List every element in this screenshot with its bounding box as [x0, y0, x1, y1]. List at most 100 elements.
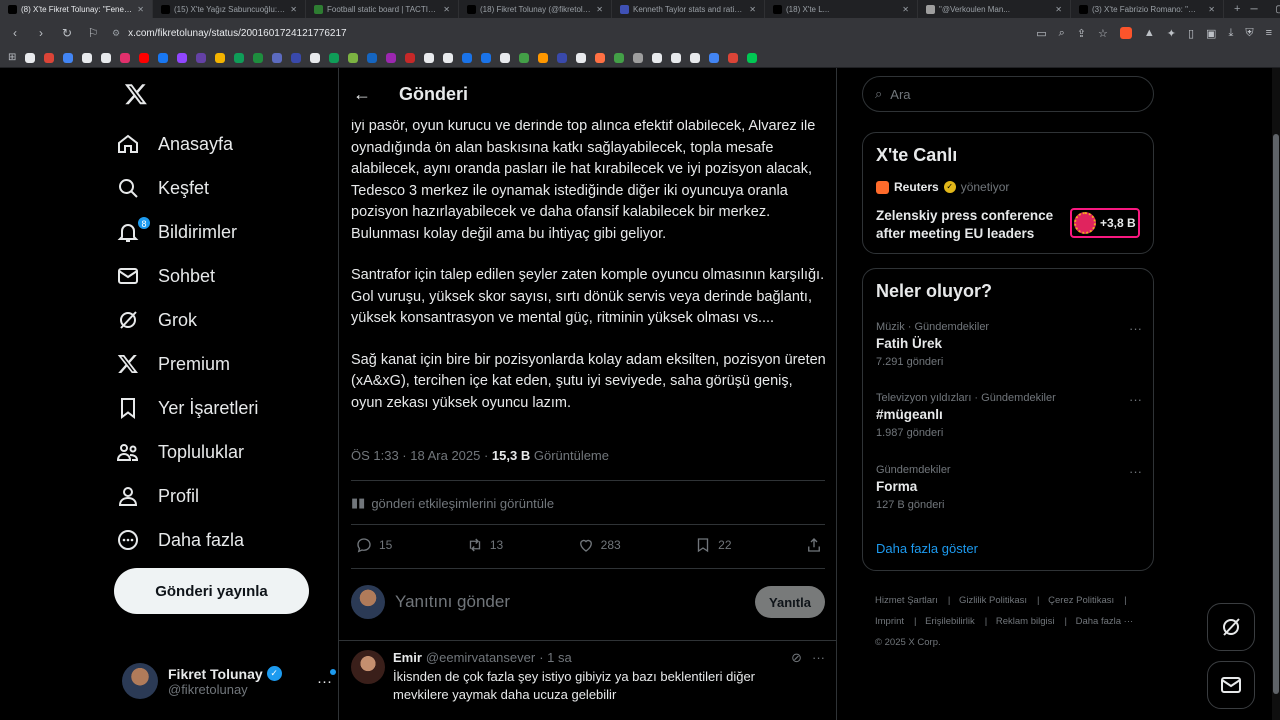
tab-close-icon[interactable]: ✕	[902, 5, 909, 14]
repost-action[interactable]: 13	[466, 536, 503, 554]
bookmark-favicon-icon[interactable]	[120, 52, 131, 63]
like-action[interactable]: 283	[577, 536, 621, 554]
reply-item[interactable]: Emir @eemirvatansever · 1 sa İkisnden de ç…	[351, 650, 827, 704]
minimize-icon[interactable]: ─	[1250, 4, 1257, 15]
browser-tab[interactable]: Kenneth Taylor stats and ratings | Sof..…	[612, 0, 765, 18]
bookmark-favicon-icon[interactable]	[291, 52, 302, 63]
bookmark-favicon-icon[interactable]	[367, 52, 378, 63]
tab-close-icon[interactable]: ✕	[443, 5, 450, 14]
footer-link[interactable]: Erişilebilirlik	[925, 616, 975, 627]
tab-close-icon[interactable]: ✕	[290, 5, 297, 14]
bookmark-favicon-icon[interactable]	[747, 52, 758, 63]
trend-item[interactable]: Müzik · Gündemdekiler Fatih Ürek 7.291 g…	[876, 321, 1142, 368]
download-icon[interactable]: ⤓	[1228, 27, 1233, 40]
back-arrow-icon[interactable]: ←	[353, 84, 371, 105]
forward-icon[interactable]: ›	[34, 26, 48, 40]
post-button[interactable]: Gönderi yayınla	[114, 568, 309, 614]
browser-tab[interactable]: (8) X'te Fikret Tolunay: "Fenerbah... ✕	[0, 0, 153, 18]
nav-item-grok[interactable]: Grok	[116, 300, 197, 340]
bookmark-favicon-icon[interactable]	[44, 52, 55, 63]
bookmark-page-icon[interactable]: ⚐	[86, 26, 100, 40]
tab-close-icon[interactable]: ✕	[1208, 5, 1215, 14]
bookmark-favicon-icon[interactable]	[557, 52, 568, 63]
grok-icon[interactable]: ⊘	[791, 650, 802, 666]
trend-item[interactable]: Televizyon yıldızları · Gündemdekiler #m…	[876, 392, 1142, 439]
new-tab-button[interactable]: +	[1224, 3, 1250, 15]
bookmark-action[interactable]: 22	[694, 536, 732, 554]
back-icon[interactable]: ‹	[8, 26, 22, 40]
bookmark-favicon-icon[interactable]	[253, 52, 264, 63]
tab-close-icon[interactable]: ✕	[749, 5, 756, 14]
account-switcher[interactable]: Fikret Tolunay ✓ @fikretolunay ···	[122, 660, 336, 702]
tab-close-icon[interactable]: ✕	[1055, 5, 1062, 14]
nav-item-topluluklar[interactable]: Topluluklar	[116, 432, 244, 472]
bookmark-favicon-icon[interactable]	[595, 52, 606, 63]
x-logo-icon[interactable]	[124, 82, 148, 106]
apps-grid-icon[interactable]: ⊞	[8, 52, 16, 63]
bookmark-favicon-icon[interactable]	[709, 52, 720, 63]
search-input[interactable]: ⌕ Ara	[862, 76, 1154, 112]
browser-tab[interactable]: (15) X'te Yağız Sabuncuoğlu: "🇹🇷 Pr... ✕	[153, 0, 306, 18]
more-options-icon[interactable]: ···	[1129, 321, 1142, 336]
scrollbar-thumb[interactable]	[1273, 134, 1279, 694]
brave-shield-icon[interactable]	[1119, 26, 1132, 39]
comment-author[interactable]: Emir	[393, 650, 422, 665]
bookmark-favicon-icon[interactable]	[63, 52, 74, 63]
bookmark-favicon-icon[interactable]	[386, 52, 397, 63]
bookmark-favicon-icon[interactable]	[272, 52, 283, 63]
bookmark-favicon-icon[interactable]	[405, 52, 416, 63]
footer-link[interactable]: Çerez Politikası	[1048, 595, 1114, 606]
bookmark-star-icon[interactable]: ☆	[1098, 27, 1108, 40]
bookmark-favicon-icon[interactable]	[443, 52, 454, 63]
bookmark-favicon-icon[interactable]	[196, 52, 207, 63]
bookmark-favicon-icon[interactable]	[348, 52, 359, 63]
browser-tab[interactable]: "@Verkoulen Man... ✕	[918, 0, 1071, 18]
share-action[interactable]	[805, 536, 823, 554]
reply-button[interactable]: Yanıtla	[755, 586, 825, 618]
bookmark-favicon-icon[interactable]	[633, 52, 644, 63]
nav-item-profil[interactable]: Profil	[116, 476, 199, 516]
more-options-icon[interactable]: ···	[1129, 464, 1142, 479]
bookmark-favicon-icon[interactable]	[158, 52, 169, 63]
show-more-link[interactable]: Daha fazla göster	[876, 541, 978, 556]
bookmark-favicon-icon[interactable]	[652, 52, 663, 63]
bookmark-favicon-icon[interactable]	[500, 52, 511, 63]
nav-item-anasayfa[interactable]: Anasayfa	[116, 124, 233, 164]
more-options-icon[interactable]: ···	[317, 668, 336, 690]
browser-tab[interactable]: (18) Fikret Tolunay (@fikretolunay) / X ✕	[459, 0, 612, 18]
bookmark-favicon-icon[interactable]	[576, 52, 587, 63]
more-options-icon[interactable]: ···	[812, 650, 825, 666]
bookmark-favicon-icon[interactable]	[25, 52, 36, 63]
bookmark-favicon-icon[interactable]	[538, 52, 549, 63]
post-timestamp[interactable]: ÖS 1:33 · 18 Ara 2025 ·	[351, 448, 492, 463]
bookmark-favicon-icon[interactable]	[101, 52, 112, 63]
bookmark-favicon-icon[interactable]	[177, 52, 188, 63]
rewards-icon[interactable]: ▲	[1144, 27, 1155, 40]
messages-fab[interactable]	[1207, 661, 1255, 709]
share-icon[interactable]: ⇪	[1077, 27, 1086, 40]
bookmark-favicon-icon[interactable]	[234, 52, 245, 63]
nav-item-daha-fazla[interactable]: Daha fazla	[116, 520, 244, 560]
bookmark-favicon-icon[interactable]	[329, 52, 340, 63]
engagement-link[interactable]: ▮▮ gönderi etkileşimlerini görüntüle	[351, 495, 554, 511]
nav-item-premium[interactable]: Premium	[116, 344, 230, 384]
bookmark-favicon-icon[interactable]	[462, 52, 473, 63]
footer-link[interactable]: Imprint	[875, 616, 904, 627]
cast-icon[interactable]: ▭	[1036, 27, 1046, 40]
tab-close-icon[interactable]: ✕	[596, 5, 603, 14]
site-info-icon[interactable]: ⚙	[112, 28, 120, 39]
url-field[interactable]: ⚙ x.com/fikretolunay/status/200160172412…	[112, 28, 1024, 39]
footer-link[interactable]: Hizmet Şartları	[875, 595, 938, 606]
live-badge[interactable]: +3,8 B	[1070, 208, 1140, 238]
zoom-icon[interactable]: ⌕	[1059, 27, 1065, 40]
footer-link[interactable]: Daha fazla ···	[1076, 616, 1134, 627]
maximize-icon[interactable]: ▢	[1276, 4, 1280, 15]
bookmark-favicon-icon[interactable]	[519, 52, 530, 63]
bookmark-favicon-icon[interactable]	[728, 52, 739, 63]
bookmark-favicon-icon[interactable]	[310, 52, 321, 63]
menu-icon[interactable]: ≡	[1266, 27, 1272, 40]
avatar[interactable]	[351, 650, 385, 684]
footer-link[interactable]: Gizlilik Politikası	[959, 595, 1027, 606]
more-options-icon[interactable]: ···	[1129, 392, 1142, 407]
comment-handle[interactable]: @eemirvatansever	[426, 650, 535, 665]
